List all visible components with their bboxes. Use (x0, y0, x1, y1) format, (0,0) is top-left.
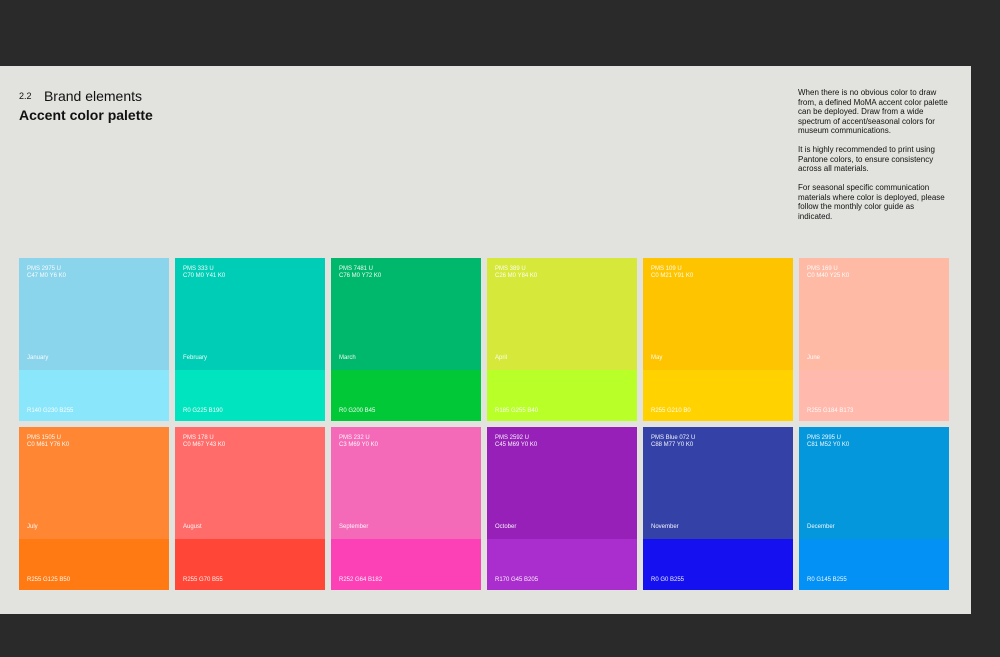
swatch-february: PMS 333 U C70 M0 Y41 K0 February R0 G225… (175, 258, 325, 421)
rgb-code: R255 G210 B0 (651, 408, 691, 414)
pms-code: PMS 333 U (183, 266, 214, 272)
swatch-march: PMS 7481 U C76 M0 Y72 K0 March R0 G200 B… (331, 258, 481, 421)
rgb-code: R255 G184 B173 (807, 408, 854, 414)
cmyk-code: C88 M77 Y0 K0 (651, 442, 694, 448)
month-label: February (183, 355, 208, 361)
rgb-code: R252 G64 B182 (339, 577, 383, 583)
swatch-july: PMS 1505 U C0 M61 Y76 K0 July R255 G125 … (19, 427, 169, 590)
cmyk-code: C0 M67 Y43 K0 (183, 442, 226, 448)
page-header: 2.2 Brand elements Accent color palette (19, 88, 153, 123)
pms-code: PMS 169 U (807, 266, 838, 272)
intro-text: When there is no obvious color to draw f… (798, 88, 948, 231)
swatch-october: PMS 2592 U C45 M69 Y0 K0 October R170 G4… (487, 427, 637, 590)
cmyk-code: C0 M21 Y91 K0 (651, 273, 694, 279)
cmyk-code: C0 M40 Y25 K0 (807, 273, 850, 279)
cmyk-code: C76 M0 Y72 K0 (339, 273, 382, 279)
swatch-grid: PMS 2975 U C47 M0 Y6 K0 January R140 G23… (19, 258, 949, 590)
month-label: May (651, 355, 663, 361)
month-label: March (339, 355, 356, 361)
pms-code: PMS 2592 U (495, 435, 530, 441)
month-label: April (495, 355, 508, 361)
rgb-code: R185 G255 B40 (495, 408, 539, 414)
intro-paragraph: It is highly recommended to print using … (798, 145, 935, 173)
intro-paragraph: For seasonal specific communication mate… (798, 183, 945, 221)
rgb-code: R0 G145 B255 (807, 577, 847, 583)
cmyk-code: C47 M0 Y6 K0 (27, 273, 66, 279)
swatch-june: PMS 169 U C0 M40 Y25 K0 June R255 G184 B… (799, 258, 949, 421)
swatch-december: PMS 2995 U C81 M52 Y0 K0 December R0 G14… (799, 427, 949, 590)
cmyk-code: C70 M0 Y41 K0 (183, 273, 226, 279)
section-name: Brand elements (43, 88, 143, 104)
swatch-november: PMS Blue 072 U C88 M77 Y0 K0 November R0… (643, 427, 793, 590)
palette-page: 2.2 Brand elements Accent color palette … (0, 66, 971, 614)
pms-code: PMS Blue 072 U (651, 435, 696, 441)
swatch-august: PMS 178 U C0 M67 Y43 K0 August R255 G70 … (175, 427, 325, 590)
pms-code: PMS 1505 U (27, 435, 62, 441)
swatch-may: PMS 109 U C0 M21 Y91 K0 May R255 G210 B0 (643, 258, 793, 421)
month-label: September (339, 524, 369, 530)
month-label: June (807, 355, 821, 361)
rgb-code: R255 G70 B55 (183, 577, 223, 583)
cmyk-code: C81 M52 Y0 K0 (807, 442, 850, 448)
pms-code: PMS 7481 U (339, 266, 374, 272)
rgb-code: R0 G225 B190 (183, 408, 223, 414)
pms-code: PMS 389 U (495, 266, 526, 272)
month-label: July (27, 524, 38, 530)
cmyk-code: C26 M0 Y84 K0 (495, 273, 538, 279)
month-label: August (183, 524, 202, 530)
pms-code: PMS 2975 U (27, 266, 62, 272)
month-label: December (807, 524, 835, 530)
pms-code: PMS 178 U (183, 435, 214, 441)
month-label: October (495, 524, 517, 530)
swatch-april: PMS 389 U C26 M0 Y84 K0 April R185 G255 … (487, 258, 637, 421)
swatch-september: PMS 232 U C3 M69 Y0 K0 September R252 G6… (331, 427, 481, 590)
rgb-code: R255 G125 B50 (27, 577, 71, 583)
cmyk-code: C3 M69 Y0 K0 (339, 442, 378, 448)
rgb-code: R170 G45 B205 (495, 577, 539, 583)
month-label: January (27, 355, 49, 361)
rgb-code: R140 G230 B255 (27, 408, 74, 414)
intro-paragraph: When there is no obvious color to draw f… (798, 88, 948, 135)
pms-code: PMS 109 U (651, 266, 682, 272)
pms-code: PMS 2995 U (807, 435, 842, 441)
cmyk-code: C0 M61 Y76 K0 (27, 442, 70, 448)
pms-code: PMS 232 U (339, 435, 370, 441)
page-title: Accent color palette (19, 107, 153, 123)
swatch-january: PMS 2975 U C47 M0 Y6 K0 January R140 G23… (19, 258, 169, 421)
rgb-code: R0 G0 B255 (651, 577, 685, 583)
section-number: 2.2 (19, 91, 32, 101)
rgb-code: R0 G200 B45 (339, 408, 376, 414)
cmyk-code: C45 M69 Y0 K0 (495, 442, 538, 448)
month-label: November (651, 524, 679, 530)
